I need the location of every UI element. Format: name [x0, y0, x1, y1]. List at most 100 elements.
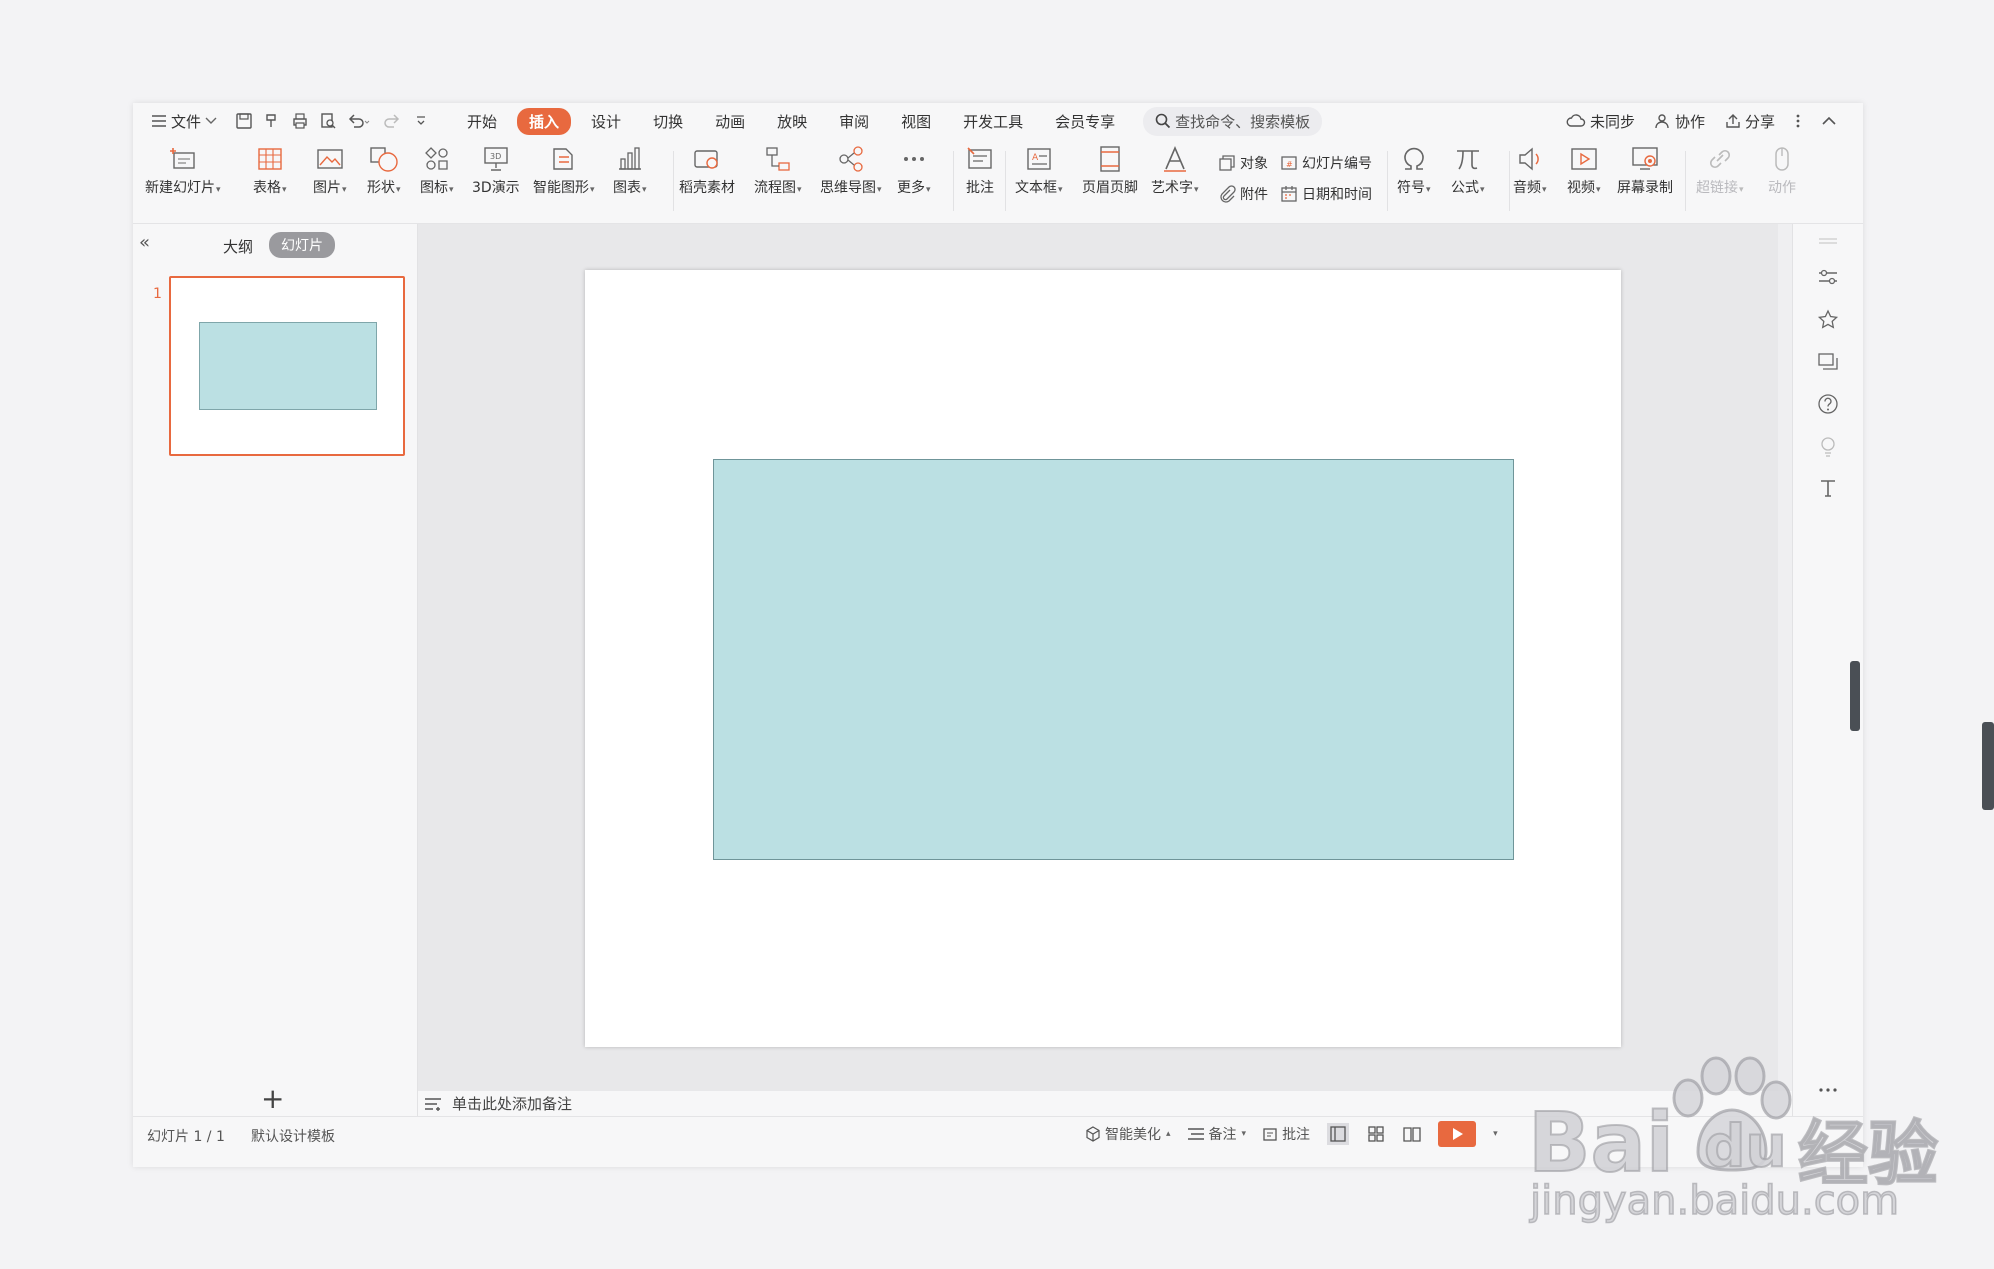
picture-button[interactable]: 图片▾ [313, 145, 347, 197]
symbol-label: 符号▾ [1397, 180, 1431, 196]
video-label: 视频▾ [1567, 180, 1601, 196]
table-button[interactable]: 表格▾ [253, 145, 287, 197]
formula-button[interactable]: 公式▾ [1451, 145, 1485, 197]
collapse-ribbon-icon[interactable] [1821, 116, 1837, 126]
chart-button[interactable]: 图表▾ [613, 145, 647, 197]
smart-beautify-button[interactable]: 智能美化 ▴ [1085, 1124, 1171, 1144]
notes-toggle-button[interactable]: 备注 ▾ [1187, 1124, 1246, 1144]
tab-member[interactable]: 会员专享 [1043, 108, 1127, 135]
datetime-button[interactable]: 日期和时间 [1280, 184, 1372, 204]
print-icon[interactable] [291, 112, 309, 130]
new-slide-button[interactable]: 新建幻灯片▾ [145, 145, 221, 197]
slide-number-button[interactable]: # 幻灯片编号 [1280, 153, 1372, 173]
action-button[interactable]: 动作 [1767, 145, 1797, 197]
formula-label: 公式▾ [1451, 180, 1485, 196]
slide-number-label: 幻灯片编号 [1302, 156, 1372, 172]
search-placeholder: 查找命令、搜索模板 [1175, 112, 1311, 131]
baidu-watermark: Bai du 经验 jingyan.baidu.com [1527, 1054, 1948, 1234]
wordart-button[interactable]: 艺术字▾ [1151, 145, 1199, 197]
flowchart-button[interactable]: 流程图▾ [754, 145, 802, 197]
cloud-icon [1566, 114, 1586, 127]
comment-label: 批注 [966, 180, 994, 196]
hyperlink-button[interactable]: 超链接▾ [1696, 145, 1744, 197]
tab-animations[interactable]: 动画 [703, 108, 757, 135]
tab-developer[interactable]: 开发工具 [951, 108, 1035, 135]
text-format-icon[interactable] [1816, 476, 1840, 500]
notes-toggle-label: 备注 [1208, 1127, 1237, 1143]
help-icon[interactable] [1816, 392, 1840, 416]
tab-view[interactable]: 视图 [889, 108, 943, 135]
collapse-panel-icon[interactable]: « [139, 232, 150, 253]
animation-star-icon[interactable] [1816, 308, 1840, 332]
attachment-button[interactable]: 附件 [1218, 184, 1268, 204]
mouse-icon [1775, 147, 1789, 171]
tab-slideshow[interactable]: 放映 [765, 108, 819, 135]
tab-review[interactable]: 审阅 [827, 108, 881, 135]
share-button[interactable]: 分享 [1725, 111, 1775, 132]
customize-quick-access-icon[interactable] [415, 115, 427, 127]
hyperlink-label: 超链接▾ [1696, 180, 1744, 196]
tab-transitions[interactable]: 切换 [641, 108, 695, 135]
screen-record-button[interactable]: 屏幕录制 [1617, 145, 1673, 197]
collaborate-button[interactable]: 协作 [1655, 111, 1705, 132]
hamburger-icon [152, 115, 166, 127]
properties-icon[interactable] [1816, 266, 1840, 290]
more-vertical-icon[interactable] [1795, 113, 1801, 129]
collaborate-label: 协作 [1674, 112, 1705, 131]
lightbulb-icon[interactable] [1816, 434, 1840, 458]
undo-icon[interactable] [347, 112, 371, 130]
slideshow-options-icon[interactable]: ▾ [1493, 1129, 1498, 1139]
symbol-button[interactable]: 符号▾ [1397, 145, 1431, 197]
slide-thumbnail[interactable] [169, 276, 405, 456]
template-name[interactable]: 默认设计模板 [251, 1126, 335, 1146]
redo-icon[interactable] [381, 112, 405, 130]
icons-library-icon [424, 147, 448, 170]
tab-outline[interactable]: 大纲 [223, 236, 253, 257]
more-button[interactable]: 更多▾ [897, 145, 931, 197]
notes-lines-icon [1187, 1128, 1204, 1140]
audio-label: 音频▾ [1513, 180, 1547, 196]
video-button[interactable]: 视频▾ [1567, 145, 1601, 197]
tab-home[interactable]: 开始 [455, 108, 509, 135]
command-search[interactable]: 查找命令、搜索模板 [1143, 106, 1323, 136]
tab-insert[interactable]: 插入 [517, 107, 572, 135]
file-menu[interactable]: 文件 [151, 111, 217, 132]
sync-label: 未同步 [1589, 112, 1635, 131]
smartart-label: 智能图形▾ [533, 180, 595, 196]
format-painter-icon[interactable] [263, 112, 281, 130]
slide-canvas[interactable] [585, 270, 1621, 1047]
tab-slides[interactable]: 幻灯片 [269, 232, 335, 258]
comment-icon [967, 147, 992, 169]
slide-sorter-icon[interactable] [1366, 1124, 1386, 1144]
object-icon [1219, 155, 1235, 171]
3d-demo-button[interactable]: 3D 3D演示 [472, 145, 520, 197]
audio-button[interactable]: 音频▾ [1513, 145, 1547, 197]
3d-demo-label: 3D演示 [472, 180, 520, 196]
rectangle-shape[interactable] [713, 459, 1514, 860]
mindmap-label: 思维导图▾ [820, 180, 882, 196]
textbox-button[interactable]: A 文本框▾ [1015, 145, 1063, 197]
sync-status-button[interactable]: 未同步 [1566, 111, 1635, 132]
comment-toggle-button[interactable]: 批注 [1262, 1124, 1310, 1144]
smartart-button[interactable]: 智能图形▾ [533, 145, 595, 197]
mindmap-button[interactable]: 思维导图▾ [820, 145, 882, 197]
object-button[interactable]: 对象 [1218, 153, 1268, 173]
save-icon[interactable] [235, 112, 253, 130]
wordart-label: 艺术字▾ [1151, 180, 1199, 196]
shape-button[interactable]: 形状▾ [367, 145, 401, 197]
screen-edge-handle [1982, 722, 1994, 810]
tab-design[interactable]: 设计 [579, 108, 633, 135]
menu-bar: 文件 开始 插入 设计 切换 动画 放映 审阅 视图 开发工具 会员专享 查找命… [133, 103, 1863, 139]
vertical-scrollbar[interactable] [1778, 224, 1792, 1091]
slide-editing-area [418, 224, 1792, 1091]
material-button[interactable]: 稻壳素材 [679, 145, 735, 197]
normal-view-icon[interactable] [1326, 1122, 1350, 1146]
print-preview-icon[interactable] [319, 112, 337, 130]
add-slide-icon[interactable]: + [261, 1082, 284, 1115]
start-slideshow-button[interactable] [1438, 1121, 1477, 1147]
icon-button[interactable]: 图标▾ [420, 145, 454, 197]
comment-button[interactable]: 批注 [965, 145, 995, 197]
reading-view-icon[interactable] [1402, 1124, 1422, 1144]
header-footer-button[interactable]: 页眉页脚 [1082, 145, 1138, 197]
slide-switch-icon[interactable] [1816, 350, 1840, 374]
